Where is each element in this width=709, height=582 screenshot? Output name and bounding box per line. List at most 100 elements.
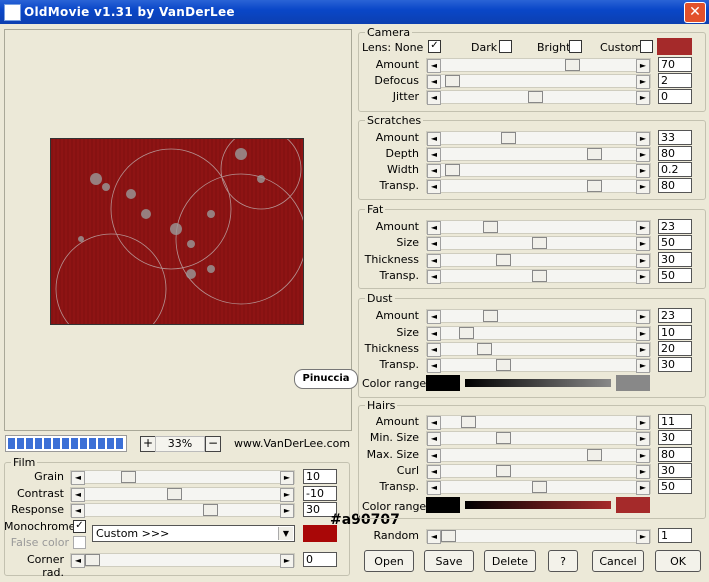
slider-track[interactable]: ◄ ►	[426, 431, 651, 446]
arrow-left-icon[interactable]: ◄	[427, 327, 441, 341]
help-button[interactable]: ?	[548, 550, 578, 572]
arrow-right-icon[interactable]: ►	[636, 481, 650, 495]
slider-track[interactable]: ◄ ►	[426, 464, 651, 479]
arrow-right-icon[interactable]: ►	[636, 465, 650, 479]
arrow-right-icon[interactable]: ►	[636, 416, 650, 430]
cancel-button[interactable]: Cancel	[592, 550, 644, 572]
slider-track[interactable]: ◄ ►	[426, 448, 651, 463]
arrow-left-icon[interactable]: ◄	[427, 75, 441, 89]
slider-track[interactable]: ◄ ►	[426, 74, 651, 89]
arrow-right-icon[interactable]: ►	[636, 530, 650, 544]
arrow-left-icon[interactable]: ◄	[427, 180, 441, 194]
slider-value-field[interactable]: 20	[658, 341, 692, 356]
arrow-left-icon[interactable]: ◄	[427, 164, 441, 178]
arrow-left-icon[interactable]: ◄	[427, 310, 441, 324]
slider-thumb[interactable]	[496, 465, 511, 477]
arrow-right-icon[interactable]: ►	[280, 554, 294, 568]
arrow-left-icon[interactable]: ◄	[427, 432, 441, 446]
arrow-right-icon[interactable]: ►	[636, 432, 650, 446]
arrow-left-icon[interactable]: ◄	[427, 91, 441, 105]
arrow-right-icon[interactable]: ►	[636, 59, 650, 73]
slider-track[interactable]: ◄ ►	[426, 236, 651, 251]
arrow-left-icon[interactable]: ◄	[427, 481, 441, 495]
arrow-right-icon[interactable]: ►	[636, 343, 650, 357]
arrow-left-icon[interactable]: ◄	[427, 343, 441, 357]
arrow-left-icon[interactable]: ◄	[427, 530, 441, 544]
delete-button[interactable]: Delete	[484, 550, 536, 572]
slider-thumb[interactable]	[483, 221, 498, 233]
slider-track[interactable]: ◄ ►	[426, 163, 651, 178]
slider-value-field[interactable]: 23	[658, 219, 692, 234]
slider-value-field[interactable]: 0.2	[658, 162, 692, 177]
slider-thumb[interactable]	[445, 75, 460, 87]
slider-thumb[interactable]	[461, 416, 476, 428]
arrow-right-icon[interactable]: ►	[636, 221, 650, 235]
save-button[interactable]: Save	[424, 550, 474, 572]
arrow-left-icon[interactable]: ◄	[427, 132, 441, 146]
slider-thumb[interactable]	[496, 432, 511, 444]
slider-value-field[interactable]: 50	[658, 268, 692, 283]
slider-value-field[interactable]: 80	[658, 178, 692, 193]
slider-value-field[interactable]: 1	[658, 528, 692, 543]
slider-thumb[interactable]	[441, 530, 456, 542]
arrow-right-icon[interactable]: ►	[636, 180, 650, 194]
slider-track[interactable]: ◄ ►	[426, 90, 651, 105]
slider-track[interactable]: ◄ ►	[426, 269, 651, 284]
slider-track[interactable]: ◄ ►	[426, 131, 651, 146]
slider-thumb[interactable]	[587, 180, 602, 192]
slider-thumb[interactable]	[445, 164, 460, 176]
slider-thumb[interactable]	[459, 327, 474, 339]
slider-track[interactable]: ◄ ►	[426, 179, 651, 194]
slider-thumb[interactable]	[203, 504, 218, 516]
slider-value-field[interactable]: 23	[658, 308, 692, 323]
arrow-left-icon[interactable]: ◄	[427, 449, 441, 463]
open-button[interactable]: Open	[364, 550, 414, 572]
arrow-left-icon[interactable]: ◄	[427, 416, 441, 430]
dust-color-start-swatch[interactable]	[426, 375, 460, 391]
slider-track[interactable]: ◄ ►	[426, 415, 651, 430]
slider-thumb[interactable]	[528, 91, 543, 103]
arrow-right-icon[interactable]: ►	[636, 270, 650, 284]
arrow-left-icon[interactable]: ◄	[71, 554, 85, 568]
slider-thumb[interactable]	[496, 359, 511, 371]
slider-track[interactable]: ◄ ►	[426, 58, 651, 73]
arrow-right-icon[interactable]: ►	[636, 91, 650, 105]
arrow-left-icon[interactable]: ◄	[427, 254, 441, 268]
arrow-right-icon[interactable]: ►	[636, 327, 650, 341]
slider-track[interactable]: ◄ ►	[426, 220, 651, 235]
arrow-right-icon[interactable]: ►	[636, 75, 650, 89]
slider-value-field[interactable]: 0	[658, 89, 692, 104]
slider-thumb[interactable]	[477, 343, 492, 355]
dust-color-end-swatch[interactable]	[616, 375, 650, 391]
slider-value-field[interactable]: 10	[658, 325, 692, 340]
slider-value-field[interactable]: 33	[658, 130, 692, 145]
hairs-color-start-swatch[interactable]	[426, 497, 460, 513]
slider-thumb[interactable]	[483, 310, 498, 322]
camera-custom-color-swatch[interactable]	[657, 38, 692, 55]
close-button[interactable]: ✕	[684, 2, 706, 23]
arrow-left-icon[interactable]: ◄	[427, 270, 441, 284]
slider-value-field[interactable]: 30	[658, 252, 692, 267]
slider-thumb[interactable]	[587, 148, 602, 160]
arrow-right-icon[interactable]: ►	[280, 504, 294, 518]
slider-value-field[interactable]: 50	[658, 479, 692, 494]
slider-value-field[interactable]: 2	[658, 73, 692, 88]
slider-track[interactable]: ◄ ►	[426, 342, 651, 357]
slider-value-field[interactable]: 70	[658, 57, 692, 72]
slider-track[interactable]: ◄ ►	[426, 326, 651, 341]
arrow-right-icon[interactable]: ►	[636, 449, 650, 463]
arrow-left-icon[interactable]: ◄	[427, 237, 441, 251]
slider-value-field[interactable]: 11	[658, 414, 692, 429]
lens-none-checkbox[interactable]: ✓	[428, 40, 441, 53]
arrow-left-icon[interactable]: ◄	[427, 359, 441, 373]
slider-thumb[interactable]	[85, 554, 100, 566]
slider-value-field[interactable]: 0	[303, 552, 337, 567]
ok-button[interactable]: OK	[655, 550, 701, 572]
slider-thumb[interactable]	[565, 59, 580, 71]
custom-checkbox[interactable]	[640, 40, 653, 53]
slider-value-field[interactable]: 30	[658, 430, 692, 445]
slider-thumb[interactable]	[532, 237, 547, 249]
slider-value-field[interactable]: 80	[658, 447, 692, 462]
slider-track[interactable]: ◄ ►	[426, 253, 651, 268]
slider-value-field[interactable]: 50	[658, 235, 692, 250]
